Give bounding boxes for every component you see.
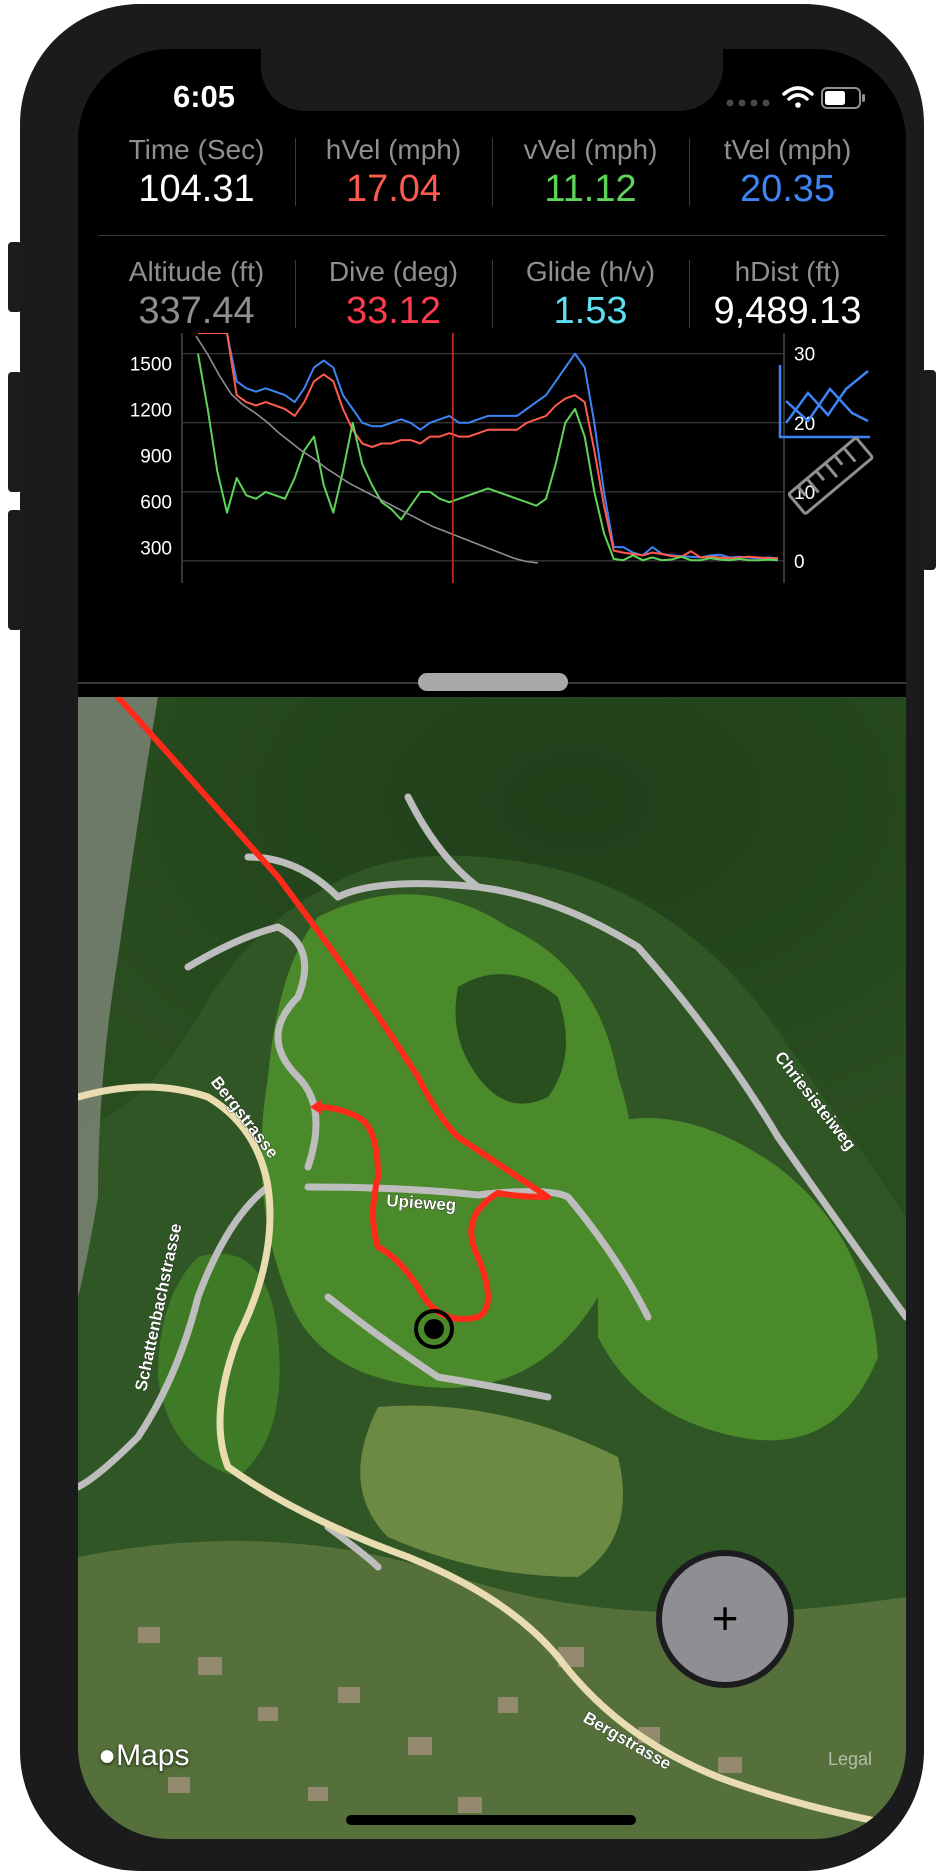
apple-logo-icon: ● <box>98 1739 117 1772</box>
cellular-signal-icon <box>726 99 770 107</box>
metric-value: 104.31 <box>138 168 255 210</box>
drag-handle[interactable] <box>418 673 568 691</box>
metric-tvel[interactable]: tVel (mph) 20.35 <box>689 126 886 226</box>
battery-icon <box>821 87 865 109</box>
chart-right-tick-label: 30 <box>794 345 815 366</box>
maps-attribution: ●Maps <box>98 1739 189 1773</box>
satellite-map[interactable]: Bergstrasse Upieweg Chriesisteiweg Schat… <box>78 697 906 1839</box>
metric-value: 20.35 <box>739 168 836 210</box>
metric-value: 337.44 <box>138 290 255 332</box>
metric-label: tVel (mph) <box>723 134 852 165</box>
status-icons <box>726 86 865 109</box>
metric-value: 9,489.13 <box>713 290 862 332</box>
metric-label: hDist (ft) <box>734 256 841 287</box>
chart-left-tick-label: 900 <box>140 447 172 468</box>
chart-left-tick-label: 600 <box>140 493 172 514</box>
legal-link[interactable]: Legal <box>828 1749 872 1770</box>
chart-series-line <box>197 353 779 562</box>
chart-right-tick-label: 0 <box>794 552 805 573</box>
chart-left-tick-label: 300 <box>140 539 172 560</box>
chart-left-tick-label: 1200 <box>130 401 172 422</box>
metrics-row-1: Time (Sec) 104.31 hVel (mph) 17.04 vVel … <box>98 126 886 226</box>
metric-label: Altitude (ft) <box>128 256 265 287</box>
chart-series <box>195 333 779 564</box>
add-button[interactable]: + <box>656 1550 794 1688</box>
metrics-separator <box>98 235 886 236</box>
metric-value: 11.12 <box>544 168 637 210</box>
speed-altitude-chart[interactable]: 15001200900600300 3020100 <box>78 333 906 693</box>
metric-value: 17.04 <box>345 168 442 210</box>
metric-label: vVel (mph) <box>523 134 658 165</box>
metric-value: 1.53 <box>553 290 628 332</box>
chart-series-line <box>198 333 778 560</box>
metric-label: hVel (mph) <box>325 134 462 165</box>
power-button[interactable] <box>922 370 936 570</box>
maps-attribution-text: Maps <box>116 1739 190 1772</box>
map-canvas: Bergstrasse Upieweg Chriesisteiweg Schat… <box>78 697 906 1839</box>
chart-right-axis: 3020100 <box>794 345 815 573</box>
status-time: 6:05 <box>172 79 236 114</box>
metrics-panel: Time (Sec) 104.31 hVel (mph) 17.04 vVel … <box>98 126 886 348</box>
metric-value: 33.12 <box>345 290 442 332</box>
metric-vvel[interactable]: vVel (mph) 11.12 <box>492 126 689 226</box>
chart-left-axis: 1500 1200 900 600 300 <box>130 355 172 560</box>
home-indicator <box>346 1815 636 1825</box>
metric-label: Time (Sec) <box>128 134 265 165</box>
screen: 6:05 Time (Sec) 104.31 hVel (mph) 17.04 … <box>78 49 906 1839</box>
chart-series-line <box>195 335 539 564</box>
metric-time[interactable]: Time (Sec) 104.31 <box>98 126 295 226</box>
notch <box>261 49 723 111</box>
metric-label: Glide (h/v) <box>525 256 656 287</box>
wifi-icon <box>782 86 814 108</box>
metric-label: Dive (deg) <box>328 256 459 287</box>
metric-hvel[interactable]: hVel (mph) 17.04 <box>295 126 492 226</box>
chart-left-tick-label: 1500 <box>130 355 172 376</box>
chart-series-line <box>198 333 779 560</box>
